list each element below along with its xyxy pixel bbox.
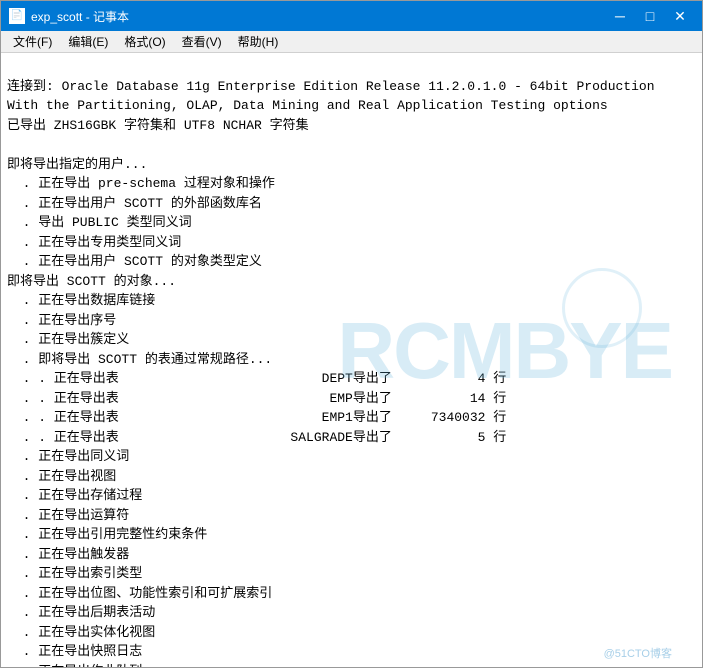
menu-help[interactable]: 帮助(H)	[230, 31, 287, 52]
notepad-window: 📄 exp_scott - 记事本 ─ □ ✕ 文件(F) 编辑(E) 格式(O…	[0, 0, 703, 668]
title-bar-left: 📄 exp_scott - 记事本	[9, 8, 129, 25]
text-content: 连接到: Oracle Database 11g Enterprise Edit…	[7, 57, 696, 667]
text-area[interactable]: RCMBYE 连接到: Oracle Database 11g Enterpri…	[1, 53, 702, 667]
title-bar: 📄 exp_scott - 记事本 ─ □ ✕	[1, 1, 702, 31]
close-button[interactable]: ✕	[666, 5, 694, 27]
menu-bar: 文件(F) 编辑(E) 格式(O) 查看(V) 帮助(H)	[1, 31, 702, 53]
menu-file[interactable]: 文件(F)	[5, 31, 60, 52]
minimize-button[interactable]: ─	[606, 5, 634, 27]
app-icon: 📄	[9, 8, 25, 24]
menu-format[interactable]: 格式(O)	[116, 31, 173, 52]
menu-edit[interactable]: 编辑(E)	[60, 31, 116, 52]
menu-view[interactable]: 查看(V)	[174, 31, 230, 52]
maximize-button[interactable]: □	[636, 5, 664, 27]
window-controls: ─ □ ✕	[606, 5, 694, 27]
window-title: exp_scott - 记事本	[31, 8, 129, 25]
